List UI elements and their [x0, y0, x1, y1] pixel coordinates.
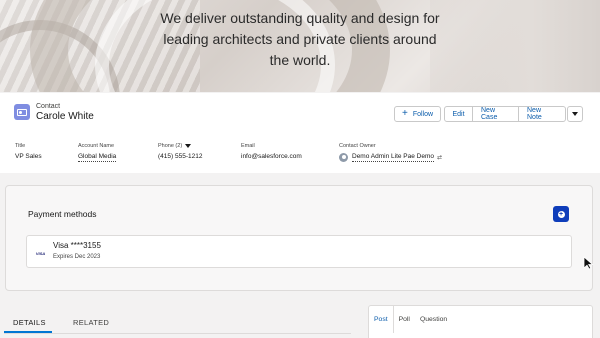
action-button-group: Edit New Case New Note	[444, 106, 566, 122]
payment-methods-title: Payment methods	[28, 209, 97, 219]
active-tab-indicator	[4, 331, 52, 333]
follow-button[interactable]: + Follow	[394, 106, 441, 122]
field-title-value: VP Sales	[15, 153, 42, 160]
plus-icon: +	[401, 108, 408, 119]
object-label: Contact	[36, 103, 61, 110]
tab-details[interactable]: DETAILS	[13, 318, 46, 327]
account-link[interactable]: Global Media	[78, 153, 117, 162]
add-payment-button[interactable]: +	[553, 206, 569, 222]
follow-label: Follow	[412, 110, 434, 118]
phone-label-text: Phone (2)	[158, 143, 183, 149]
feed-tab-question[interactable]: Question	[415, 305, 452, 333]
more-actions-button[interactable]	[567, 106, 583, 122]
feed-tab-poll[interactable]: Poll	[394, 305, 415, 333]
field-account: Account Name Global Media	[78, 142, 117, 162]
feed-tabs: Post Poll Question	[368, 305, 452, 333]
owner-link[interactable]: Demo Admin Lite Pae Demo	[352, 153, 435, 162]
tab-divider	[4, 333, 351, 334]
new-note-button[interactable]: New Note	[519, 106, 566, 122]
field-title-label: Title	[15, 143, 26, 149]
feed-tab-post[interactable]: Post	[368, 305, 394, 333]
card-number: Visa ****3155	[53, 241, 101, 250]
tab-related[interactable]: RELATED	[73, 318, 109, 327]
card-expiry: Expires Dec 2023	[53, 254, 101, 260]
change-owner-icon[interactable]: ⇄	[437, 154, 442, 161]
field-owner-label: Contact Owner	[339, 143, 376, 149]
field-owner: Contact Owner Demo Admin Lite Pae Demo ⇄	[339, 142, 442, 162]
add-icon: +	[557, 210, 565, 218]
field-title: Title VP Sales	[15, 142, 42, 160]
edit-button[interactable]: Edit	[444, 106, 473, 122]
caret-down-icon	[185, 144, 192, 148]
phone-value[interactable]: (415) 555-1212	[158, 153, 202, 160]
chevron-down-icon	[572, 112, 578, 116]
field-phone-label[interactable]: Phone (2)	[158, 142, 202, 150]
new-case-button[interactable]: New Case	[473, 106, 519, 122]
mouse-cursor-icon	[583, 256, 594, 270]
record-name: Carole White	[36, 111, 94, 122]
owner-avatar-icon	[339, 153, 348, 162]
hero-line-1: We deliver outstanding quality and desig…	[160, 10, 440, 26]
payment-card-item[interactable]	[26, 235, 572, 268]
hero-line-3: the world.	[269, 52, 331, 68]
field-phone: Phone (2) (415) 555-1212	[158, 142, 202, 160]
visa-logo-icon: VISA	[35, 251, 46, 256]
field-email-label: Email	[241, 143, 255, 149]
field-account-label: Account Name	[78, 143, 115, 149]
contact-card-icon	[14, 104, 30, 120]
hero-tagline: We deliver outstanding quality and desig…	[160, 8, 440, 71]
hero-line-2: leading architects and private clients a…	[163, 31, 437, 47]
follow-button-group: + Follow	[394, 106, 441, 122]
field-email: Email info@salesforce.com	[241, 142, 302, 160]
email-link[interactable]: info@salesforce.com	[241, 153, 302, 160]
